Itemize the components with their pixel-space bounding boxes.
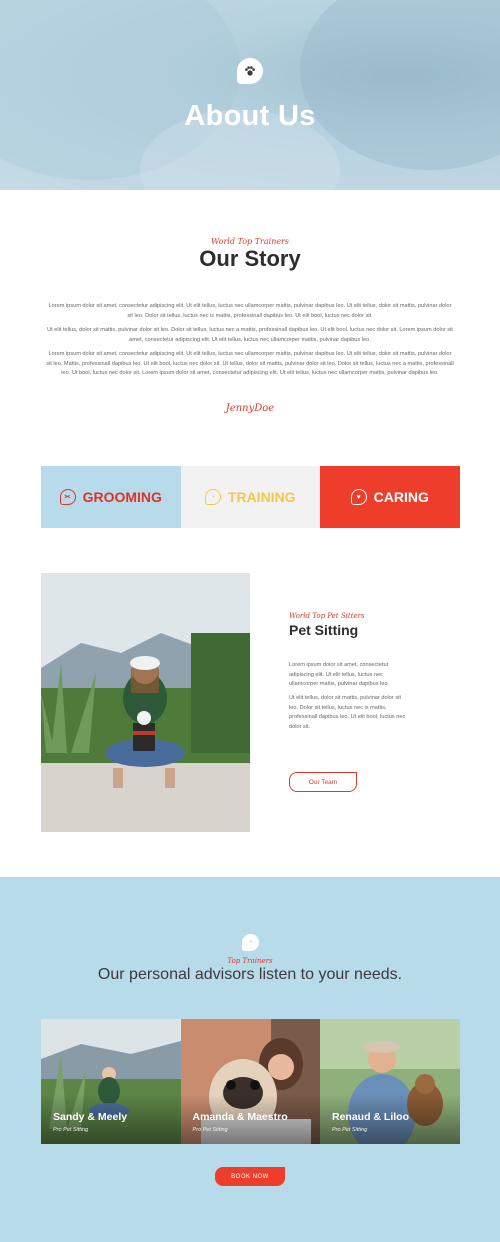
service-caring[interactable]: ♥ CARING	[320, 466, 460, 528]
advisor-card[interactable]: Renaud & Liloo Pro Pet Sitting	[320, 1019, 460, 1144]
pet-sitting-paragraph: Lorem ipsum dolor sit amet, consectetur …	[289, 662, 390, 688]
advisor-name: Sandy & Meely	[53, 1111, 128, 1123]
heart-icon: ♥	[350, 489, 367, 505]
story-paragraph: Lorem ipsum dolor sit amet, consectetur …	[46, 351, 454, 377]
our-team-button[interactable]: Our Team	[289, 772, 357, 792]
service-label: TRAINING	[227, 489, 296, 505]
advisor-name: Renaud & Liloo	[332, 1111, 409, 1123]
pet-sitting-paragraph: Ut elit tellus, dolor sit mattis, pulvin…	[289, 695, 406, 730]
advisor-role: Pro Pet Sitting	[332, 1127, 368, 1133]
service-label: CARING	[373, 489, 429, 505]
advisor-role: Pro Pet Sitting	[192, 1127, 228, 1133]
advisor-card[interactable]: Sandy & Meely Pro Pet Sitting	[41, 1019, 181, 1144]
scissors-icon: ✂	[59, 489, 76, 505]
hero-banner: About Us	[0, 0, 500, 190]
advisors-title: Our personal advisors listen to your nee…	[97, 966, 403, 983]
advisor-role: Pro Pet Sitting	[53, 1127, 89, 1133]
service-training[interactable]: ◔ TRAINING	[180, 466, 320, 528]
pet-sitting-kicker: World Top Pet Sitters	[289, 612, 365, 620]
story-kicker: World Top Trainers	[210, 237, 290, 246]
page-title: About Us	[184, 100, 316, 132]
story-title: Our Story	[199, 246, 301, 271]
paw-icon	[237, 58, 263, 84]
whistle-icon: ◔	[204, 489, 221, 505]
service-label: GROOMING	[82, 489, 162, 505]
whistle-icon: ◔	[242, 934, 259, 951]
pet-sitting-title: Pet Sitting	[289, 622, 359, 638]
advisor-card[interactable]: Amanda & Maestro Pro Pet Sitting	[180, 1019, 320, 1144]
advisor-name: Amanda & Maestro	[192, 1111, 288, 1123]
advisors-kicker: Top Trainers	[227, 957, 273, 965]
service-grooming[interactable]: ✂ GROOMING	[41, 466, 181, 528]
pet-sitting-photo	[41, 573, 250, 832]
book-now-button[interactable]: BOOK NOW	[215, 1167, 285, 1186]
story-paragraph: Lorem ipsum dolor sit amet, consectetur …	[48, 303, 452, 319]
signature: JennyDoe	[225, 403, 275, 414]
story-paragraph: Ut elit tellus, dolor sit mattis, pulvin…	[47, 327, 453, 343]
